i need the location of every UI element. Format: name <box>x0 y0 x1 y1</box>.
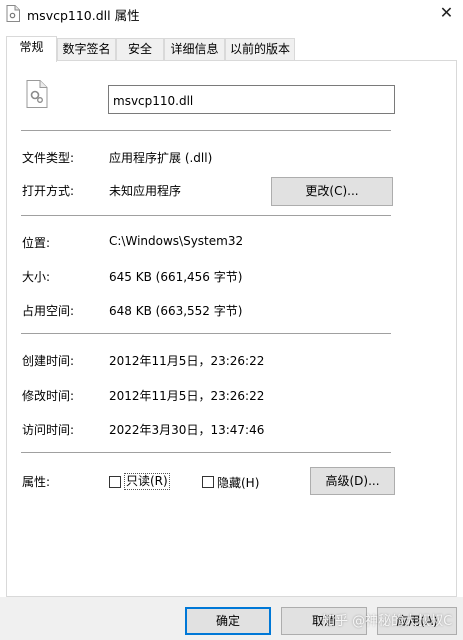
accessed-label: 访问时间: <box>22 423 75 437</box>
separator <box>21 452 391 453</box>
size-on-disk-label: 占用空间: <box>22 304 75 318</box>
hidden-checkbox[interactable] <box>202 476 214 488</box>
opens-with-value: 未知应用程序 <box>109 184 182 198</box>
title-bar: msvcp110.dll 属性 ✕ <box>0 0 463 28</box>
created-label: 创建时间: <box>22 354 75 368</box>
tab-label: 常规 <box>19 40 44 54</box>
file-type-value: 应用程序扩展 (.dll) <box>109 151 213 165</box>
modified-label: 修改时间: <box>22 389 75 403</box>
created-value: 2012年11月5日，23:26:22 <box>109 354 265 368</box>
separator <box>21 130 391 131</box>
advanced-button[interactable]: 高级(D)... <box>310 467 395 495</box>
ok-button[interactable]: 确定 <box>185 607 271 635</box>
general-panel <box>6 60 457 597</box>
size-on-disk-value: 648 KB (663,552 字节) <box>109 304 243 318</box>
size-value: 645 KB (661,456 字节) <box>109 270 243 284</box>
opens-with-label: 打开方式: <box>22 184 75 198</box>
tab-label: 数字签名 <box>62 42 111 56</box>
hidden-label[interactable]: 隐藏(H) <box>217 474 259 491</box>
dll-file-icon <box>26 80 48 108</box>
location-label: 位置: <box>22 236 51 250</box>
change-button[interactable]: 更改(C)... <box>271 177 393 206</box>
tab-digital-signatures[interactable]: 数字签名 <box>57 38 116 60</box>
tab-security[interactable]: 安全 <box>116 38 164 60</box>
tab-details[interactable]: 详细信息 <box>164 38 225 60</box>
tab-general-active[interactable]: 常规 <box>6 36 57 62</box>
readonly-label[interactable]: 只读(R) <box>124 473 170 490</box>
size-label: 大小: <box>22 270 51 284</box>
separator <box>21 215 391 216</box>
filename-input[interactable] <box>108 85 395 114</box>
close-icon: ✕ <box>439 3 454 22</box>
tab-label: 以前的版本 <box>229 42 290 56</box>
window-title: msvcp110.dll 属性 <box>27 8 140 23</box>
close-button[interactable]: ✕ <box>430 0 463 28</box>
tab-label: 安全 <box>127 42 152 56</box>
location-value: C:\Windows\System32 <box>109 234 244 248</box>
file-type-label: 文件类型: <box>22 151 75 165</box>
accessed-value: 2022年3月30日，13:47:46 <box>109 423 265 437</box>
file-icon <box>6 5 20 22</box>
tab-previous-versions[interactable]: 以前的版本 <box>225 38 295 60</box>
separator <box>21 333 391 334</box>
readonly-checkbox[interactable] <box>109 476 121 488</box>
tab-label: 详细信息 <box>170 42 219 56</box>
attributes-label: 属性: <box>22 475 51 489</box>
modified-value: 2012年11月5日，23:26:22 <box>109 389 265 403</box>
watermark-text: 知乎 @神秘的大叔叔C <box>322 614 453 629</box>
